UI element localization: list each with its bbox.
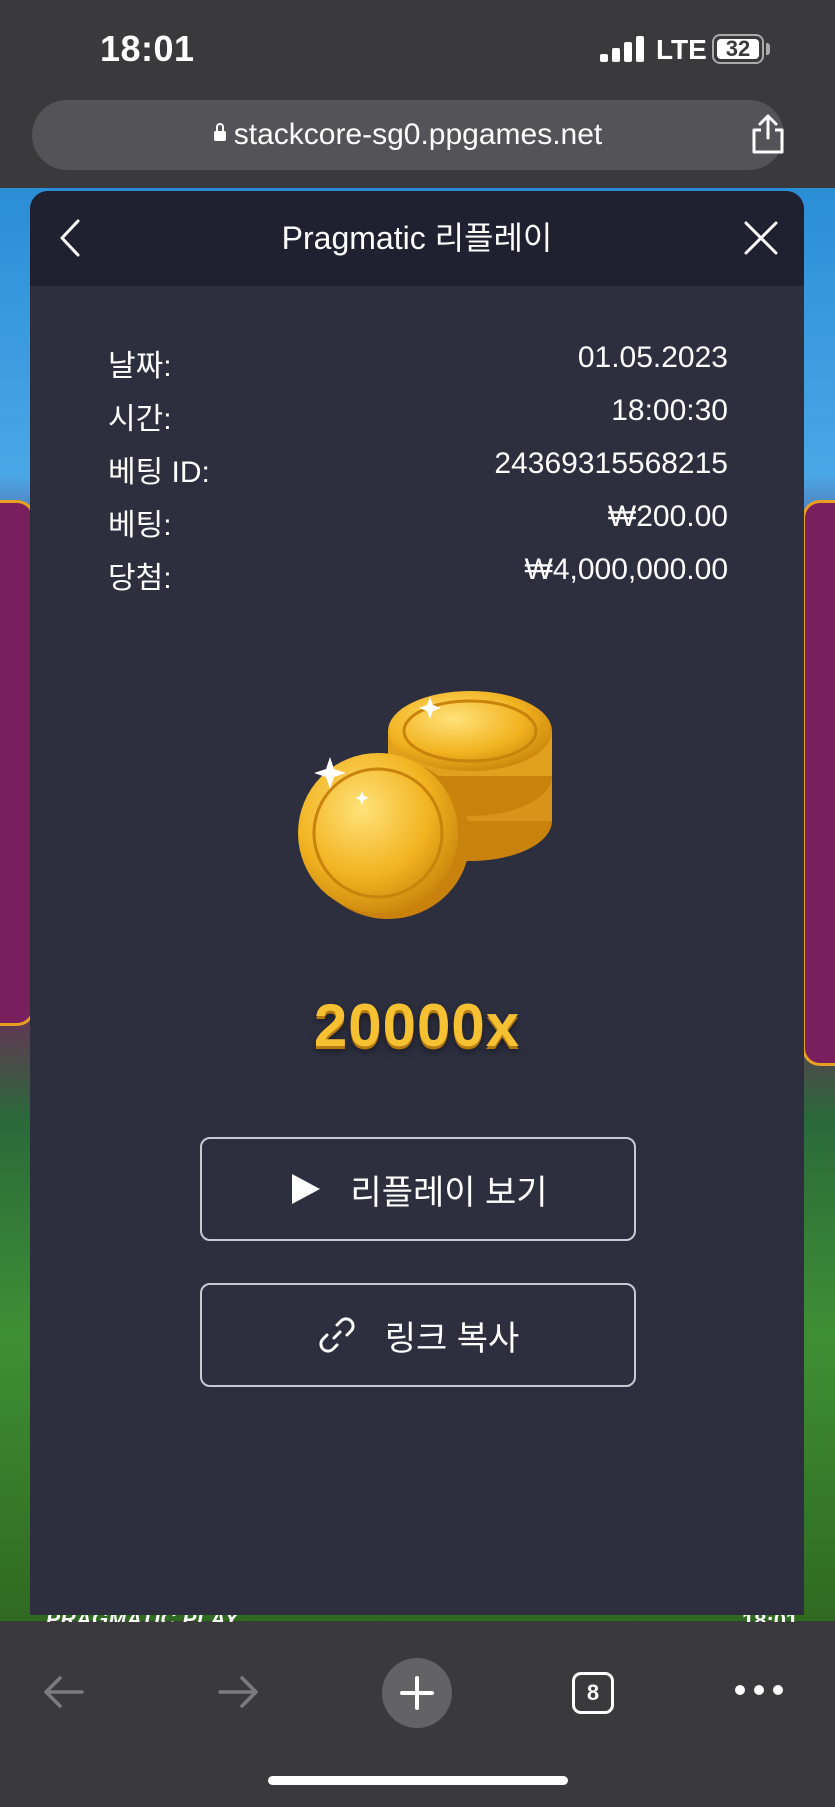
more-icon[interactable]	[734, 1684, 784, 1696]
info-value: 18:00:30	[611, 394, 728, 427]
new-tab-button[interactable]	[382, 1658, 452, 1728]
status-bar: 18:01 LTE 32	[0, 0, 835, 95]
info-value: ₩4,000,000.00	[524, 553, 728, 586]
close-icon[interactable]	[736, 213, 786, 263]
game-reel-right	[802, 500, 835, 1066]
battery-tip	[766, 43, 770, 55]
info-row-time: 시간: 18:00:30	[108, 394, 728, 447]
info-label: 시간:	[108, 403, 172, 436]
network-type: LTE	[656, 34, 707, 65]
info-value: ₩200.00	[607, 500, 728, 533]
info-value: 24369315568215	[494, 447, 728, 480]
battery-level: 32	[725, 36, 751, 61]
win-multiplier: 20000x	[313, 992, 521, 1059]
info-row-bet: 베팅: ₩200.00	[108, 500, 728, 553]
home-indicator	[268, 1776, 568, 1785]
copy-link-label: 링크 복사	[384, 1319, 520, 1358]
link-icon	[317, 1315, 357, 1355]
info-label: 당첨:	[108, 562, 172, 595]
info-row-bet-id: 베팅 ID: 24369315568215	[108, 447, 728, 500]
share-icon[interactable]	[748, 112, 788, 156]
replay-modal: Pragmatic 리플레이 날짜: 01.05.2023 시간: 18:00:…	[30, 191, 804, 1615]
play-icon	[288, 1172, 322, 1206]
info-label: 베팅 ID:	[108, 456, 210, 489]
info-label: 베팅:	[108, 509, 172, 542]
info-row-win: 당첨: ₩4,000,000.00	[108, 553, 728, 606]
address-bar[interactable]: stackcore-sg0.ppgames.net	[32, 100, 784, 170]
battery-icon: 32	[712, 34, 764, 64]
info-label: 날짜:	[108, 350, 172, 383]
modal-header: Pragmatic 리플레이	[30, 191, 804, 286]
info-value: 01.05.2023	[577, 341, 728, 374]
watch-replay-button[interactable]: 리플레이 보기	[200, 1137, 636, 1241]
back-arrow-icon[interactable]	[40, 1672, 86, 1712]
bet-info: 날짜: 01.05.2023 시간: 18:00:30 베팅 ID: 24369…	[108, 341, 728, 606]
url-display[interactable]: stackcore-sg0.ppgames.net	[32, 100, 784, 170]
watch-replay-label: 리플레이 보기	[350, 1173, 548, 1212]
info-row-date: 날짜: 01.05.2023	[108, 341, 728, 394]
signal-icon	[600, 36, 644, 62]
lock-icon	[213, 123, 226, 141]
gold-coins-icon	[298, 691, 552, 919]
status-time: 18:01	[100, 28, 195, 69]
forward-arrow-icon[interactable]	[216, 1672, 262, 1712]
url-text: stackcore-sg0.ppgames.net	[233, 118, 603, 151]
tabs-button[interactable]: 8	[572, 1672, 614, 1714]
plus-icon	[400, 1676, 434, 1710]
modal-title: Pragmatic 리플레이	[281, 220, 553, 256]
copy-link-button[interactable]: 링크 복사	[200, 1283, 636, 1387]
